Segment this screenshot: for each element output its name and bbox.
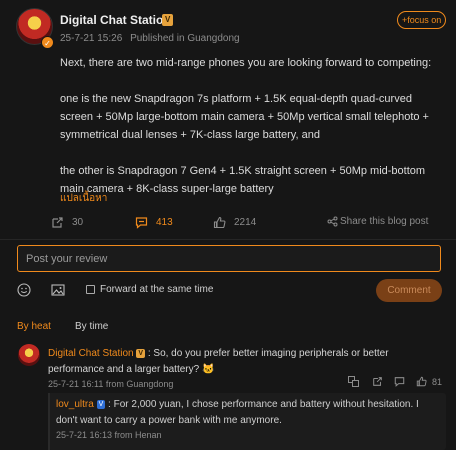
post-paragraph: Next, there are two mid-range phones you… <box>60 57 432 69</box>
reply-meta: 25-7-21 16:13 from Henan <box>56 430 162 440</box>
post-author-name[interactable]: Digital Chat Station <box>60 13 171 27</box>
image-icon[interactable] <box>51 283 65 297</box>
checkbox-icon[interactable] <box>86 285 95 294</box>
repost-icon <box>52 217 63 228</box>
post-actions: 30 413 2214 Share this blog post <box>0 216 456 232</box>
comment-emoji: 🐱 <box>201 364 215 375</box>
divider <box>0 239 456 240</box>
translate-icon[interactable] <box>348 376 359 387</box>
post-paragraph: the other is Snapdragon 7 Gen4 + 1.5K st… <box>60 165 426 195</box>
replier-name[interactable]: lov_ultra <box>56 399 94 410</box>
repost-icon[interactable] <box>372 376 383 387</box>
thumbs-up-icon[interactable] <box>416 376 427 387</box>
repost-count: 30 <box>72 217 84 228</box>
post-source: Published in Guangdong <box>130 33 240 44</box>
translate-link[interactable]: แปลเนื้อหา <box>60 191 107 206</box>
share-label: Share this blog post <box>340 216 429 227</box>
comment-body: Digital Chat Station V : So, do you pref… <box>48 346 432 378</box>
verified-badge-icon: ✓ <box>41 36 54 49</box>
follow-button[interactable]: +focus on <box>397 11 447 29</box>
like-button[interactable]: 2214 <box>213 216 256 229</box>
reply-thread: lov_ultra V : For 2,000 yuan, I chose pe… <box>48 393 446 450</box>
comment-icon[interactable] <box>394 376 405 387</box>
share-icon <box>327 216 338 227</box>
tab-by-heat[interactable]: By heat <box>17 321 51 332</box>
post-paragraph: one is the new Snapdragon 7s platform + … <box>60 93 429 141</box>
composer-tools: Forward at the same time Comment <box>17 279 442 302</box>
reply-indicator <box>48 393 50 450</box>
forward-checkbox[interactable]: Forward at the same time <box>86 284 213 295</box>
post-meta: 25-7-21 15:26 Published in Guangdong <box>60 33 245 44</box>
review-input[interactable] <box>18 246 440 271</box>
review-input-box[interactable] <box>17 245 441 272</box>
commenter-name[interactable]: Digital Chat Station <box>48 348 134 359</box>
reply-body: lov_ultra V : For 2,000 yuan, I chose pe… <box>56 397 440 429</box>
author-level-badge: V <box>162 14 174 26</box>
like-count: 2214 <box>234 217 257 228</box>
commenter-avatar[interactable] <box>18 344 40 366</box>
comment-actions: 81 <box>348 376 448 390</box>
comment-meta: 25-7-21 16:11 from Guangdong <box>48 379 174 389</box>
forward-label: Forward at the same time <box>100 284 214 295</box>
comment-count: 413 <box>156 217 173 228</box>
comment-icon <box>135 217 148 229</box>
share-button[interactable]: Share this blog post <box>327 216 428 227</box>
comment-submit-button[interactable]: Comment <box>376 279 442 302</box>
reply-text: : For 2,000 yuan, I chose performance an… <box>56 399 419 426</box>
post-body: Next, there are two mid-range phones you… <box>60 54 444 216</box>
comment-count-button[interactable]: 413 <box>135 216 173 229</box>
post-date: 25-7-21 15:26 <box>60 33 123 44</box>
thumbs-up-icon <box>213 216 226 229</box>
repost-button[interactable]: 30 <box>51 216 83 229</box>
commenter-level-badge: V <box>136 349 146 358</box>
replier-level-badge: V <box>96 400 106 409</box>
tab-by-time[interactable]: By time <box>75 321 108 332</box>
emoji-icon[interactable] <box>17 283 31 297</box>
comment-like-count: 81 <box>432 377 443 387</box>
